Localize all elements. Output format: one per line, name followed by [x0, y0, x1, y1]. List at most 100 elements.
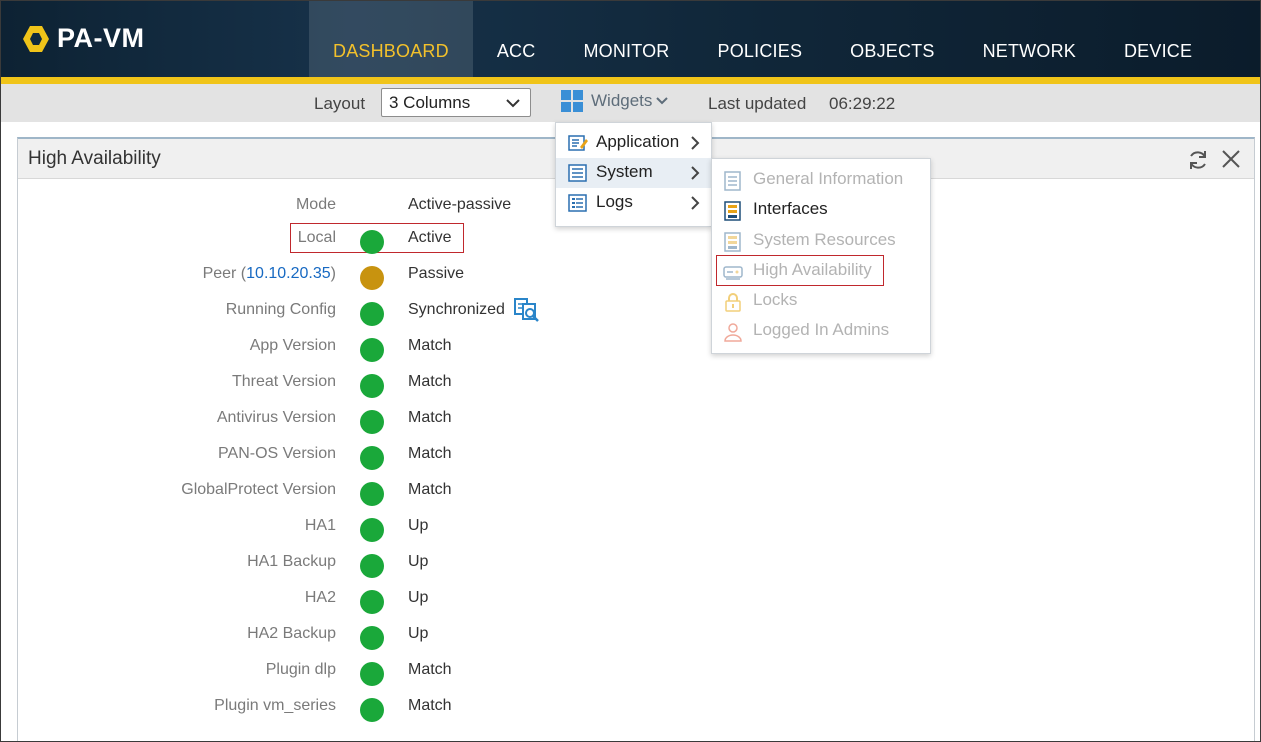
status-dot-green: [360, 338, 384, 362]
widgets-button[interactable]: Widgets: [561, 90, 668, 112]
status-dot-green: [360, 590, 384, 614]
system-submenu: General Information Interfaces System Re…: [711, 158, 931, 354]
close-icon[interactable]: [1220, 148, 1242, 170]
tab-policies[interactable]: POLICIES: [694, 1, 827, 77]
ha-row-label: HA2: [305, 589, 336, 607]
ha-row-label: Plugin vm_series: [214, 697, 336, 715]
logo-icon: [21, 24, 51, 54]
ha-row-ha2: HA2 Up: [18, 589, 618, 625]
lock-icon: [723, 292, 743, 312]
status-dot-amber: [360, 266, 384, 290]
ha-row-value: Up: [408, 625, 428, 643]
chevron-right-icon: [689, 196, 701, 210]
submenu-item-label: Locks: [753, 290, 797, 310]
logo-text: PA-VM: [57, 23, 145, 54]
ha-row-value: Passive: [408, 265, 464, 283]
submenu-item-label: General Information: [753, 169, 903, 189]
ha-row-label: App Version: [250, 337, 336, 355]
widgets-menu-item-logs[interactable]: Logs: [556, 188, 711, 218]
high-availability-icon: [723, 262, 743, 282]
ha-row-ha1-backup: HA1 Backup Up: [18, 553, 618, 589]
widgets-menu-item-label: Logs: [596, 192, 633, 212]
ha-row-label: PAN-OS Version: [218, 445, 336, 463]
top-header: PA-VM DASHBOARD ACC MONITOR POLICIES OBJ…: [1, 1, 1260, 77]
ha-row-value: Up: [408, 553, 428, 571]
refresh-icon[interactable]: [1186, 148, 1210, 172]
submenu-item-interfaces[interactable]: Interfaces: [712, 195, 930, 225]
submenu-item-high-availability[interactable]: High Availability: [712, 256, 930, 286]
logo[interactable]: PA-VM: [21, 23, 145, 54]
tab-dashboard[interactable]: DASHBOARD: [309, 1, 473, 77]
general-information-icon: [723, 171, 743, 191]
ha-row-ha2-backup: HA2 Backup Up: [18, 625, 618, 661]
tab-objects[interactable]: OBJECTS: [826, 1, 958, 77]
ha-row-value: Match: [408, 409, 452, 427]
status-dot-green: [360, 662, 384, 686]
ha-row-threat-version: Threat Version Match: [18, 373, 618, 409]
ha-row-label: Running Config: [226, 301, 336, 319]
ha-row-label: HA2 Backup: [247, 625, 336, 643]
ha-row-panos-version: PAN-OS Version Match: [18, 445, 618, 481]
submenu-item-general-information[interactable]: General Information: [712, 165, 930, 195]
peer-label-prefix: Peer (: [203, 265, 247, 282]
submenu-item-label: Interfaces: [753, 199, 828, 219]
last-updated-label: Last updated: [708, 94, 806, 114]
status-dot-green: [360, 302, 384, 326]
ha-row-value: Synchronized: [408, 301, 505, 319]
ha-row-globalprotect-version: GlobalProtect Version Match: [18, 481, 618, 517]
status-dot-green: [360, 230, 384, 254]
widgets-menu-item-system[interactable]: System: [556, 158, 711, 188]
system-list-icon: [568, 164, 588, 182]
widgets-menu-item-label: Application: [596, 132, 679, 152]
submenu-item-label: High Availability: [753, 260, 872, 280]
chevron-down-icon: [506, 96, 520, 110]
ha-row-label: HA1 Backup: [247, 553, 336, 571]
submenu-item-logged-in-admins[interactable]: Logged In Admins: [712, 316, 930, 346]
status-dot-green: [360, 482, 384, 506]
widgets-label: Widgets: [591, 91, 652, 111]
status-dot-green: [360, 518, 384, 542]
tab-monitor[interactable]: MONITOR: [559, 1, 693, 77]
submenu-item-locks[interactable]: Locks: [712, 286, 930, 316]
status-dot-green: [360, 446, 384, 470]
widgets-menu: Application System: [555, 122, 712, 227]
submenu-item-label: Logged In Admins: [753, 320, 889, 340]
chevron-right-icon: [689, 136, 701, 150]
widgets-menu-item-label: System: [596, 162, 653, 182]
ha-row-antivirus-version: Antivirus Version Match: [18, 409, 618, 445]
ha-row-value: Match: [408, 373, 452, 391]
ha-row-value: Active-passive: [408, 196, 511, 214]
system-resources-icon: [723, 232, 743, 252]
ha-row-label: Antivirus Version: [217, 409, 336, 427]
layout-select-value: 3 Columns: [389, 93, 470, 113]
ha-row-label: Threat Version: [232, 373, 336, 391]
status-dot-green: [360, 410, 384, 434]
widget-title: High Availability: [28, 148, 161, 170]
ha-row-value: Match: [408, 481, 452, 499]
ha-row-value: Match: [408, 337, 452, 355]
ha-row-app-version: App Version Match: [18, 337, 618, 373]
status-dot-green: [360, 374, 384, 398]
ha-row-plugin-vm-series: Plugin vm_series Match: [18, 697, 618, 733]
logs-list-icon: [568, 194, 588, 212]
ha-row-value: Active: [408, 229, 452, 247]
peer-label-suffix: ): [331, 265, 336, 282]
ha-row-value: Up: [408, 517, 428, 535]
ha-row-local: Local Active: [18, 229, 618, 265]
status-dot-green: [360, 626, 384, 650]
app-window: PA-VM DASHBOARD ACC MONITOR POLICIES OBJ…: [0, 0, 1261, 742]
submenu-item-system-resources[interactable]: System Resources: [712, 226, 930, 256]
last-updated-time: 06:29:22: [829, 94, 895, 114]
tab-acc[interactable]: ACC: [473, 1, 560, 77]
ha-row-value: Match: [408, 697, 452, 715]
ha-row-label: Local: [298, 229, 336, 247]
tab-network[interactable]: NETWORK: [959, 1, 1100, 77]
widgets-menu-item-application[interactable]: Application: [556, 128, 711, 158]
tab-device[interactable]: DEVICE: [1100, 1, 1216, 77]
peer-ip-link[interactable]: 10.10.20.35: [246, 265, 331, 282]
layout-select[interactable]: 3 Columns: [381, 88, 531, 117]
ha-row-label: Plugin dlp: [266, 661, 336, 679]
ha-row-value: Up: [408, 589, 428, 607]
ha-row-value: Match: [408, 661, 452, 679]
compare-config-icon[interactable]: [514, 298, 540, 324]
